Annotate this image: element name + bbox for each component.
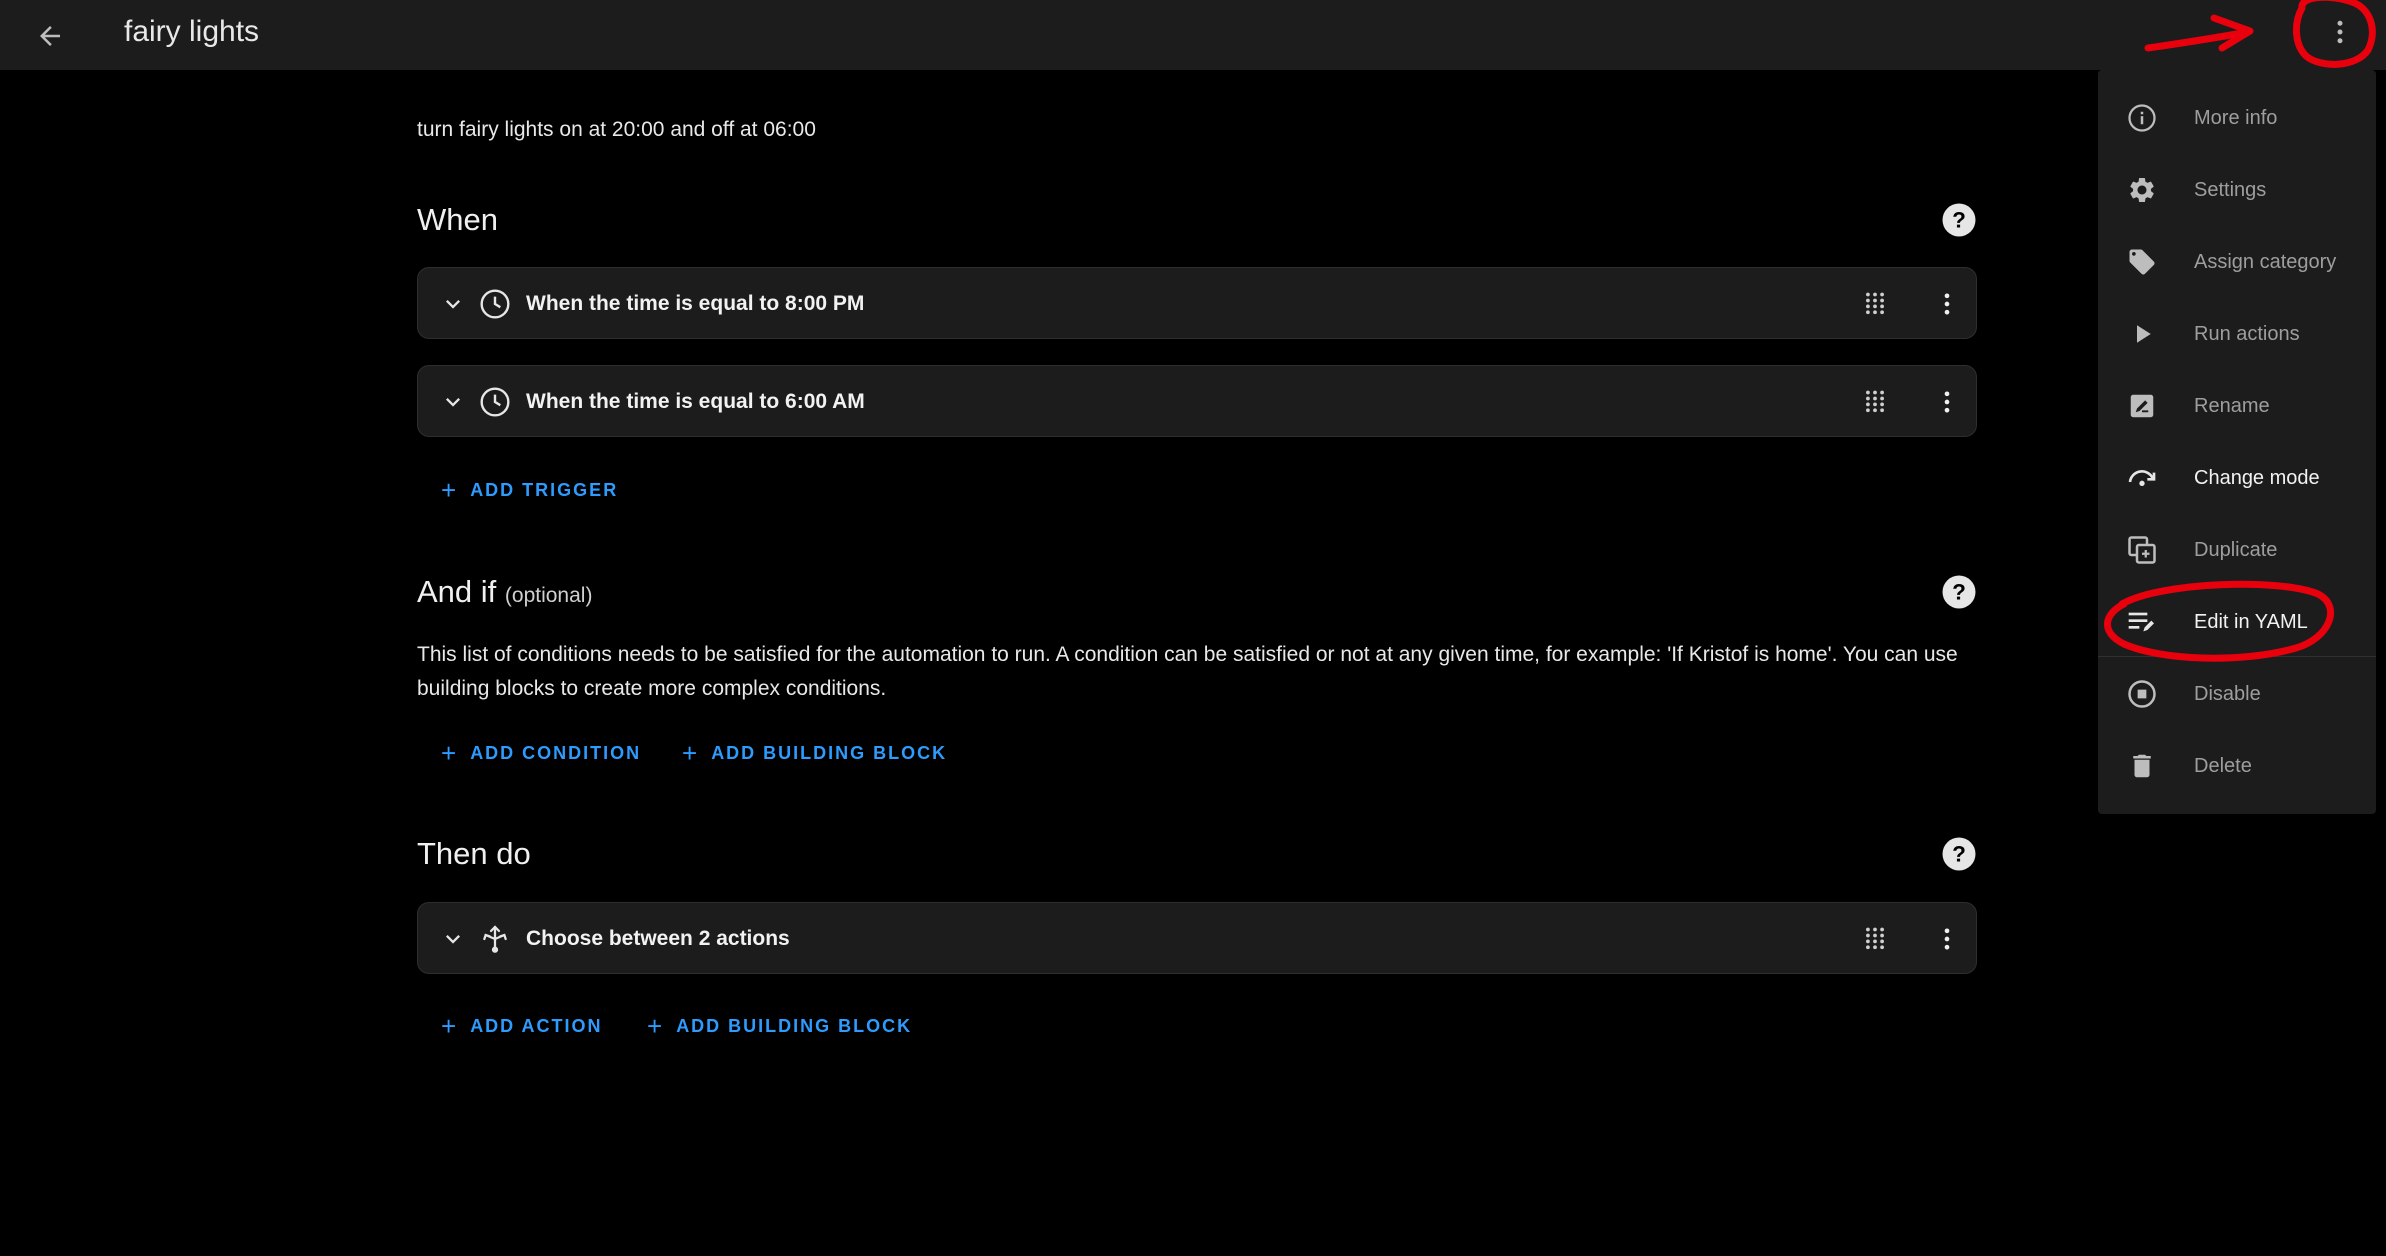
menu-item-duplicate[interactable]: Duplicate <box>2098 514 2376 586</box>
row-menu-button[interactable] <box>1930 922 1964 956</box>
and-if-section-header: And if (optional) ? <box>417 570 1977 614</box>
menu-item-run-actions[interactable]: Run actions <box>2098 298 2376 370</box>
help-icon[interactable]: ? <box>1941 202 1977 238</box>
menu-item-change-mode[interactable]: Change mode <box>2098 442 2376 514</box>
arrow-left-icon <box>40 26 60 46</box>
add-building-block-button[interactable]: + ADD BUILDING BLOCK <box>647 1006 912 1046</box>
row-menu-button[interactable] <box>1930 385 1964 419</box>
choose-icon <box>478 922 512 956</box>
help-icon[interactable]: ? <box>1941 836 1977 872</box>
svg-text:?: ? <box>1952 842 1966 867</box>
trigger-label: When the time is equal to 6:00 AM <box>526 390 865 413</box>
add-building-block-button[interactable]: + ADD BUILDING BLOCK <box>682 733 947 773</box>
rename-icon <box>2126 390 2158 422</box>
action-row[interactable]: Choose between 2 actions <box>417 902 1977 974</box>
when-title: When <box>417 202 498 237</box>
and-if-title: And if (optional) <box>417 574 593 609</box>
menu-item-assign-category[interactable]: Assign category <box>2098 226 2376 298</box>
tag-icon <box>2126 246 2158 278</box>
edit-yaml-icon <box>2126 606 2158 638</box>
back-button[interactable] <box>26 12 74 60</box>
duplicate-icon <box>2126 534 2158 566</box>
chevron-down-icon[interactable] <box>436 287 470 321</box>
chevron-down-icon[interactable] <box>436 385 470 419</box>
menu-item-edit-in-yaml[interactable]: Edit in YAML <box>2098 586 2376 658</box>
chevron-down-icon[interactable] <box>436 922 470 956</box>
drag-handle-icon[interactable] <box>1858 922 1892 956</box>
plus-icon: + <box>441 738 457 768</box>
trigger-row[interactable]: When the time is equal to 6:00 AM <box>417 365 1977 437</box>
menu-item-more-info[interactable]: More info <box>2098 82 2376 154</box>
menu-item-disable[interactable]: Disable <box>2098 658 2376 730</box>
page-title: fairy lights <box>124 15 260 48</box>
red-annotations <box>2104 0 2376 662</box>
overflow-menu-button[interactable] <box>2316 8 2364 56</box>
plus-icon: + <box>647 1011 663 1041</box>
stop-circle-icon <box>2126 678 2158 710</box>
action-label: Choose between 2 actions <box>526 927 790 950</box>
trash-icon <box>2126 750 2158 782</box>
drag-handle-icon[interactable] <box>1858 385 1892 419</box>
clock-icon <box>478 287 512 321</box>
change-mode-icon <box>2126 462 2158 494</box>
menu-item-rename[interactable]: Rename <box>2098 370 2376 442</box>
svg-text:?: ? <box>1952 208 1966 233</box>
overflow-menu: More info Settings Assign category Run a… <box>2098 70 2376 814</box>
drag-handle-icon[interactable] <box>1858 287 1892 321</box>
svg-text:?: ? <box>1952 580 1966 605</box>
plus-icon: + <box>441 475 457 505</box>
then-do-section-header: Then do ? <box>417 832 1977 876</box>
help-icon[interactable]: ? <box>1941 574 1977 610</box>
menu-item-settings[interactable]: Settings <box>2098 154 2376 226</box>
clock-icon <box>478 385 512 419</box>
menu-divider <box>2098 656 2376 657</box>
add-trigger-button[interactable]: + ADD TRIGGER <box>441 470 618 510</box>
add-action-button[interactable]: + ADD ACTION <box>441 1006 603 1046</box>
menu-item-delete[interactable]: Delete <box>2098 730 2376 802</box>
trigger-row[interactable]: When the time is equal to 8:00 PM <box>417 267 1977 339</box>
add-condition-button[interactable]: + ADD CONDITION <box>441 733 641 773</box>
info-icon <box>2126 102 2158 134</box>
app-bar: fairy lights <box>0 0 2386 70</box>
when-section-header: When ? <box>417 198 1977 242</box>
play-icon <box>2126 318 2158 350</box>
gear-icon <box>2126 174 2158 206</box>
row-menu-button[interactable] <box>1930 287 1964 321</box>
trigger-label: When the time is equal to 8:00 PM <box>526 292 865 315</box>
plus-icon: + <box>441 1011 457 1041</box>
automation-description: turn fairy lights on at 20:00 and off at… <box>417 118 816 141</box>
dots-vertical-icon <box>2337 20 2343 44</box>
optional-label: (optional) <box>504 584 593 607</box>
then-do-title: Then do <box>417 836 531 871</box>
plus-icon: + <box>682 738 698 768</box>
conditions-help-text: This list of conditions needs to be sati… <box>417 643 1958 700</box>
